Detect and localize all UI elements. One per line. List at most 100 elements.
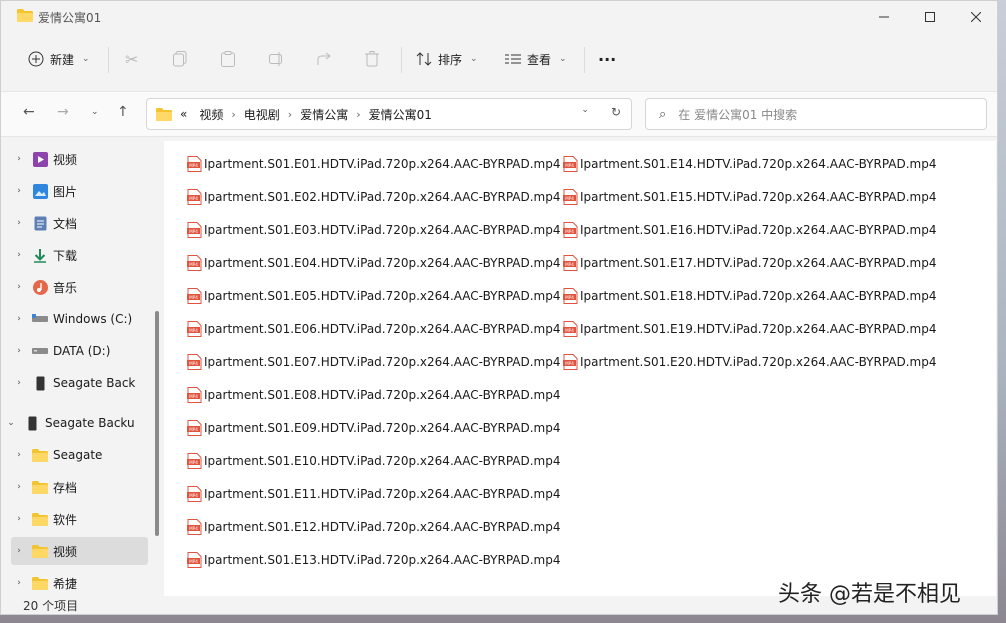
sidebar-item-drive-d[interactable]: › DATA (D:) [11, 337, 148, 365]
breadcrumb-item[interactable]: 电视剧 [244, 106, 280, 123]
file-item[interactable]: MP4 Ipartment.S01.E12.HDTV.iPad.720p.x264… [187, 516, 561, 538]
sidebar-item-seagate-backup[interactable]: ⌄ Seagate Backu [3, 409, 140, 437]
forward-arrow-icon[interactable]: → [57, 104, 69, 120]
file-item[interactable]: MP4 Ipartment.S01.E06.HDTV.iPad.720p.x264… [187, 318, 561, 340]
back-arrow-icon[interactable]: ← [23, 104, 35, 120]
mp4-file-icon: MP4 [187, 387, 202, 403]
chevron-right-icon[interactable]: › [11, 186, 27, 196]
chevron-right-icon[interactable]: › [11, 514, 27, 524]
chevron-right-icon[interactable]: › [11, 154, 27, 164]
file-item[interactable]: MP4 Ipartment.S01.E08.HDTV.iPad.720p.x264… [187, 384, 561, 406]
sidebar-item-downloads[interactable]: › 下载 [11, 241, 148, 269]
refresh-icon[interactable]: ↻ [611, 105, 621, 119]
mp4-file-icon: MP4 [187, 255, 202, 271]
breadcrumb-overflow[interactable]: « [180, 107, 187, 121]
maximize-button[interactable] [907, 1, 953, 33]
file-item[interactable]: MP4 Ipartment.S01.E11.HDTV.iPad.720p.x264… [187, 483, 561, 505]
minimize-icon [879, 16, 889, 18]
chevron-right-icon[interactable]: › [11, 378, 27, 388]
sidebar-item-music[interactable]: › 音乐 [11, 273, 148, 301]
sidebar-item-seagate-drive[interactable]: › Seagate Back [11, 369, 148, 397]
item-count: 20 个项目 [23, 599, 79, 613]
recent-locations-chevron-icon[interactable]: ⌄ [91, 107, 99, 117]
file-item[interactable]: MP4 Ipartment.S01.E01.HDTV.iPad.720p.x264… [187, 153, 561, 175]
chevron-right-icon[interactable]: › [11, 578, 27, 588]
navigation-pane: › 视频 › 图片 › 文档 › 下载 › 音乐 › Windows (C:) [7, 141, 151, 593]
sidebar-scrollbar[interactable] [155, 311, 159, 536]
sidebar-item-folder-xijie[interactable]: › 希捷 [11, 569, 148, 597]
file-name: Ipartment.S01.E05.HDTV.iPad.720p.x264.AA… [204, 289, 561, 303]
svg-text:MP4: MP4 [189, 394, 198, 399]
chevron-right-icon[interactable]: › [11, 218, 27, 228]
breadcrumb-item[interactable]: 视频 [199, 106, 223, 123]
view-button[interactable]: 查看 ⌄ [505, 43, 567, 75]
file-item[interactable]: MP4 Ipartment.S01.E03.HDTV.iPad.720p.x264… [187, 219, 561, 241]
file-item[interactable]: MP4 Ipartment.S01.E20.HDTV.iPad.720p.x264… [563, 351, 937, 373]
rename-icon [269, 52, 282, 66]
chevron-right-icon[interactable]: › [231, 108, 235, 121]
sidebar-item-folder-archive[interactable]: › 存档 [11, 473, 148, 501]
sidebar-item-folder-seagate[interactable]: › Seagate [11, 441, 148, 469]
address-history-chevron-icon[interactable]: ⌄ [581, 105, 589, 119]
rename-button[interactable] [269, 43, 285, 75]
file-item[interactable]: MP4 Ipartment.S01.E15.HDTV.iPad.720p.x264… [563, 186, 937, 208]
more-options-button[interactable]: ··· [598, 43, 616, 75]
sidebar-item-pictures[interactable]: › 图片 [11, 177, 148, 205]
sidebar-item-label: 下载 [53, 248, 78, 263]
breadcrumb-item[interactable]: 爱情公寓 [300, 106, 348, 123]
file-item[interactable]: MP4 Ipartment.S01.E19.HDTV.iPad.720p.x264… [563, 318, 937, 340]
up-arrow-icon[interactable]: ↑ [117, 104, 129, 120]
cut-button[interactable]: ✂ [125, 43, 138, 75]
delete-button[interactable] [365, 43, 379, 75]
file-item[interactable]: MP4 Ipartment.S01.E18.HDTV.iPad.720p.x264… [563, 285, 937, 307]
file-item[interactable]: MP4 Ipartment.S01.E09.HDTV.iPad.720p.x264… [187, 417, 561, 439]
share-button[interactable] [317, 43, 333, 75]
paste-button[interactable] [221, 43, 235, 75]
chevron-right-icon[interactable]: › [11, 346, 27, 356]
minimize-button[interactable] [861, 1, 907, 33]
chevron-right-icon[interactable]: › [11, 450, 27, 460]
chevron-right-icon[interactable]: › [11, 250, 27, 260]
copy-button[interactable] [173, 43, 187, 75]
file-item[interactable]: MP4 Ipartment.S01.E13.HDTV.iPad.720p.x264… [187, 549, 561, 571]
file-item[interactable]: MP4 Ipartment.S01.E14.HDTV.iPad.720p.x264… [563, 153, 937, 175]
chevron-right-icon[interactable]: › [356, 108, 360, 121]
address-bar[interactable]: « 视频 › 电视剧 › 爱情公寓 › 爱情公寓01 ⌄ ↻ [146, 98, 632, 130]
file-item[interactable]: MP4 Ipartment.S01.E10.HDTV.iPad.720p.x264… [187, 450, 561, 472]
file-name: Ipartment.S01.E18.HDTV.iPad.720p.x264.AA… [580, 289, 937, 303]
chevron-down-icon[interactable]: ⌄ [3, 418, 19, 428]
file-item[interactable]: MP4 Ipartment.S01.E17.HDTV.iPad.720p.x264… [563, 252, 937, 274]
chevron-right-icon[interactable]: › [11, 314, 27, 324]
close-button[interactable] [953, 1, 997, 33]
mp4-file-icon: MP4 [187, 552, 202, 568]
search-box[interactable]: ⌕ 在 爱情公寓01 中搜索 [645, 98, 987, 130]
chevron-right-icon[interactable]: › [11, 282, 27, 292]
mp4-file-icon: MP4 [563, 288, 578, 304]
search-placeholder[interactable]: 在 爱情公寓01 中搜索 [678, 106, 797, 123]
sidebar-item-videos[interactable]: › 视频 [11, 145, 148, 173]
sidebar-item-folder-software[interactable]: › 软件 [11, 505, 148, 533]
document-icon [31, 215, 49, 231]
file-item[interactable]: MP4 Ipartment.S01.E07.HDTV.iPad.720p.x264… [187, 351, 561, 373]
sidebar-item-documents[interactable]: › 文档 [11, 209, 148, 237]
svg-text:MP4: MP4 [189, 427, 198, 432]
file-item[interactable]: MP4 Ipartment.S01.E02.HDTV.iPad.720p.x264… [187, 186, 561, 208]
chevron-right-icon[interactable]: › [11, 546, 27, 556]
chevron-right-icon[interactable]: › [11, 482, 27, 492]
sidebar-item-folder-videos[interactable]: › 视频 [11, 537, 148, 565]
sort-button-label: 排序 [438, 52, 463, 67]
file-name: Ipartment.S01.E03.HDTV.iPad.720p.x264.AA… [204, 223, 561, 237]
music-icon [31, 279, 49, 295]
sidebar-item-drive-c[interactable]: › Windows (C:) [11, 305, 148, 333]
command-bar: 新建 ⌄ ✂ 排序 ⌄ 查看 ⌄ ··· [1, 37, 997, 81]
file-item[interactable]: MP4 Ipartment.S01.E16.HDTV.iPad.720p.x264… [563, 219, 937, 241]
file-item[interactable]: MP4 Ipartment.S01.E05.HDTV.iPad.720p.x264… [187, 285, 561, 307]
breadcrumb-item[interactable]: 爱情公寓01 [369, 106, 432, 123]
svg-text:MP4: MP4 [189, 559, 198, 564]
new-button[interactable]: 新建 ⌄ [28, 43, 90, 75]
view-list-icon [505, 54, 521, 64]
chevron-right-icon[interactable]: › [288, 108, 292, 121]
file-item[interactable]: MP4 Ipartment.S01.E04.HDTV.iPad.720p.x264… [187, 252, 561, 274]
mp4-file-icon: MP4 [563, 354, 578, 370]
sort-button[interactable]: 排序 ⌄ [416, 43, 478, 75]
